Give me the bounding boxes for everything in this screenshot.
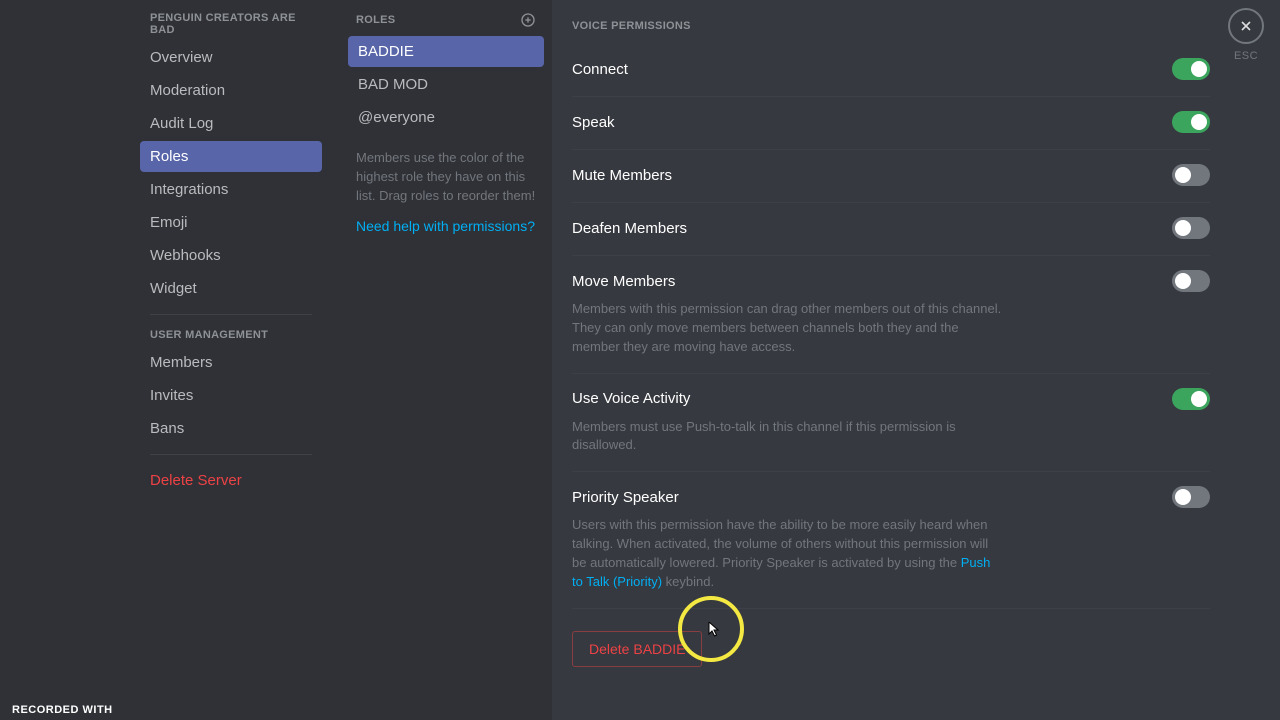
delete-role-button[interactable]: Delete BADDIE xyxy=(572,631,702,667)
close-settings: ESC xyxy=(1228,8,1264,62)
sidebar-item-bans[interactable]: Bans xyxy=(140,413,322,444)
sidebar-item-roles[interactable]: Roles xyxy=(140,141,322,172)
perm-deafen-members: Deafen Members xyxy=(572,203,1210,256)
perm-title: Priority Speaker xyxy=(572,489,679,506)
perm-title: Deafen Members xyxy=(572,220,687,237)
close-button[interactable] xyxy=(1228,8,1264,44)
perm-speak: Speak xyxy=(572,97,1210,150)
sidebar-item-emoji[interactable]: Emoji xyxy=(140,207,322,238)
roles-header-label: ROLES xyxy=(356,14,395,26)
delete-server-button[interactable]: Delete Server xyxy=(140,465,322,496)
toggle-mute-members[interactable] xyxy=(1172,164,1210,186)
sidebar-item-members[interactable]: Members xyxy=(140,347,322,378)
add-role-icon[interactable] xyxy=(520,12,536,28)
role-item-everyone[interactable]: @everyone xyxy=(348,102,544,133)
toggle-move-members[interactable] xyxy=(1172,270,1210,292)
perm-description-text: keybind. xyxy=(662,574,714,589)
perm-move-members: Move Members Members with this permissio… xyxy=(572,256,1210,374)
perm-description: Members must use Push-to-talk in this ch… xyxy=(572,418,1002,456)
roles-hint-text: Members use the color of the highest rol… xyxy=(348,135,544,206)
perm-use-voice-activity: Use Voice Activity Members must use Push… xyxy=(572,374,1210,473)
perm-description: Members with this permission can drag ot… xyxy=(572,300,1002,357)
voice-permissions-header: VOICE PERMISSIONS xyxy=(572,20,1210,32)
perm-title: Mute Members xyxy=(572,167,672,184)
sidebar-item-invites[interactable]: Invites xyxy=(140,380,322,411)
perm-connect: Connect xyxy=(572,44,1210,97)
sidebar-item-widget[interactable]: Widget xyxy=(140,273,322,304)
divider xyxy=(150,454,312,455)
toggle-speak[interactable] xyxy=(1172,111,1210,133)
sidebar-item-moderation[interactable]: Moderation xyxy=(140,75,322,106)
perm-mute-members: Mute Members xyxy=(572,150,1210,203)
perm-title: Use Voice Activity xyxy=(572,390,690,407)
toggle-deafen-members[interactable] xyxy=(1172,217,1210,239)
server-settings-sidebar: PENGUIN CREATORS ARE BAD Overview Modera… xyxy=(0,0,340,720)
sidebar-item-overview[interactable]: Overview xyxy=(140,42,322,73)
sidebar-item-webhooks[interactable]: Webhooks xyxy=(140,240,322,271)
sidebar-item-integrations[interactable]: Integrations xyxy=(140,174,322,205)
user-management-header: USER MANAGEMENT xyxy=(140,325,322,347)
role-item-bad-mod[interactable]: BAD MOD xyxy=(348,69,544,100)
watermark-text: RECORDED WITH xyxy=(12,704,113,716)
perm-title: Connect xyxy=(572,61,628,78)
toggle-connect[interactable] xyxy=(1172,58,1210,80)
perm-title: Move Members xyxy=(572,273,675,290)
perm-title: Speak xyxy=(572,114,615,131)
divider xyxy=(150,314,312,315)
perm-description: Users with this permission have the abil… xyxy=(572,516,1002,591)
close-icon xyxy=(1238,18,1254,34)
sidebar-item-audit-log[interactable]: Audit Log xyxy=(140,108,322,139)
toggle-priority-speaker[interactable] xyxy=(1172,486,1210,508)
perm-priority-speaker: Priority Speaker Users with this permiss… xyxy=(572,472,1210,608)
server-name-header: PENGUIN CREATORS ARE BAD xyxy=(140,8,322,42)
close-label: ESC xyxy=(1234,50,1258,62)
roles-column: ROLES BADDIE BAD MOD @everyone Members u… xyxy=(340,0,552,720)
app-root: PENGUIN CREATORS ARE BAD Overview Modera… xyxy=(0,0,1280,720)
toggle-voice-activity[interactable] xyxy=(1172,388,1210,410)
permissions-help-link[interactable]: Need help with permissions? xyxy=(348,206,544,234)
role-item-baddie[interactable]: BADDIE xyxy=(348,36,544,67)
permissions-panel: VOICE PERMISSIONS Connect Speak Mute Mem… xyxy=(552,0,1280,720)
perm-description-text: Users with this permission have the abil… xyxy=(572,517,988,570)
